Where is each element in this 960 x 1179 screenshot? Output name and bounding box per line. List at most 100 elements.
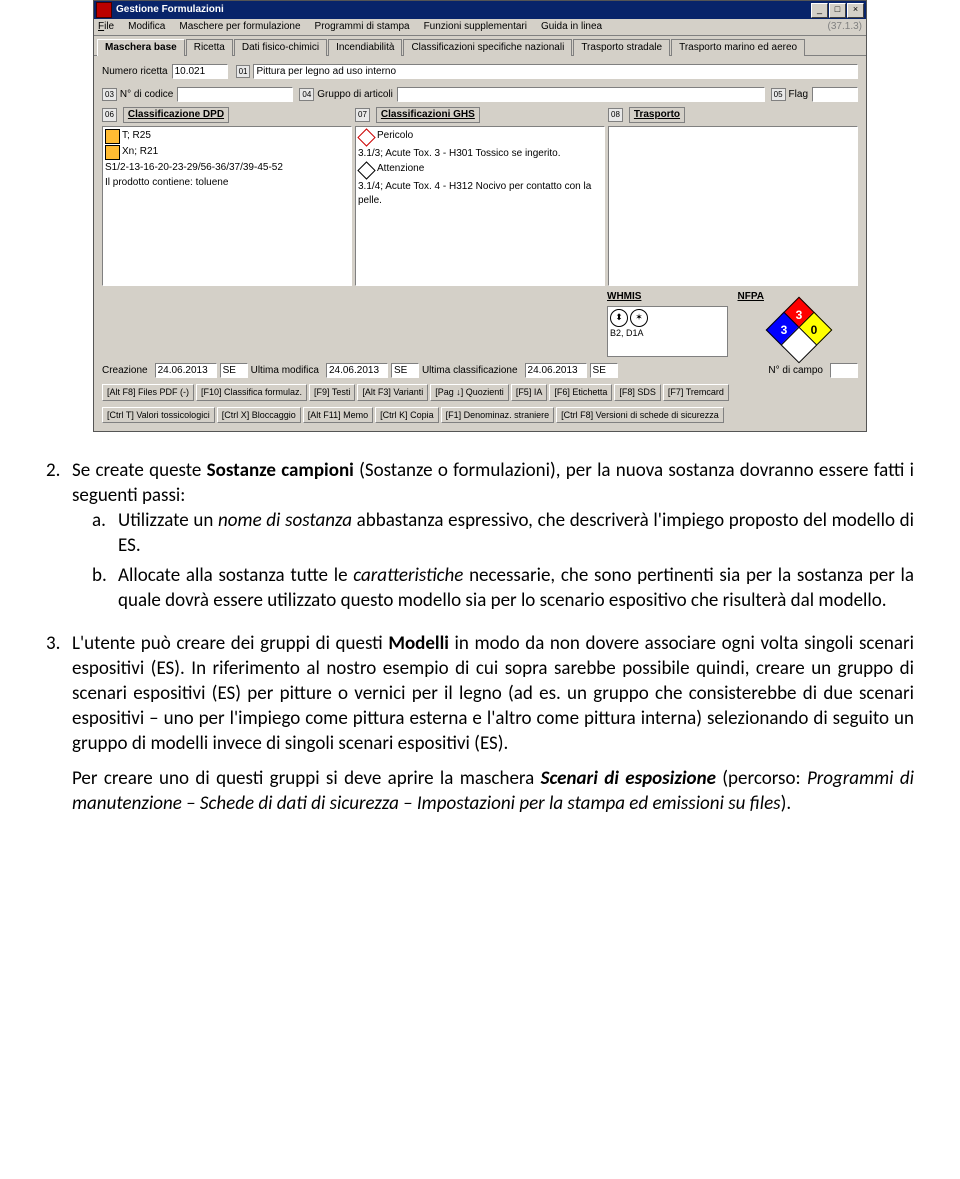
shortcut-row-2: [Ctrl T] Valori tossicologici [Ctrl X] B… bbox=[102, 407, 858, 424]
btn-tremcard[interactable]: [F7] Tremcard bbox=[663, 384, 729, 401]
btn-etichetta[interactable]: [F6] Etichetta bbox=[549, 384, 612, 401]
n-codice-field[interactable] bbox=[177, 87, 293, 102]
section-dpd-header[interactable]: Classificazione DPD bbox=[123, 107, 229, 123]
ghs-line: 3.1/3; Acute Tox. 3 - H301 Tossico se in… bbox=[358, 147, 561, 161]
whmis-box[interactable]: ⬍ ✶ B2, D1A bbox=[607, 306, 728, 357]
flag-field[interactable] bbox=[812, 87, 858, 102]
tag-04: 04 bbox=[299, 88, 314, 101]
dpd-line: Xn; R21 bbox=[122, 145, 158, 159]
whmis-header: WHMIS bbox=[607, 290, 728, 304]
app-window: Gestione Formulazioni _ □ × FFileile Mod… bbox=[93, 0, 867, 432]
tab-trasporto-marino[interactable]: Trasporto marino ed aereo bbox=[671, 39, 805, 56]
menu-guida[interactable]: Guida in linea bbox=[541, 20, 602, 34]
whmis-symbol-icon: ✶ bbox=[630, 309, 648, 327]
menu-programmi[interactable]: Programmi di stampa bbox=[315, 20, 410, 34]
tag-07: 07 bbox=[355, 108, 370, 121]
tag-06: 06 bbox=[102, 108, 117, 121]
close-button[interactable]: × bbox=[847, 3, 864, 18]
tag-05: 05 bbox=[771, 88, 786, 101]
tab-dati-fisico-chimici[interactable]: Dati fisico-chimici bbox=[234, 39, 327, 56]
hazard-icon bbox=[105, 145, 120, 160]
menu-modifica[interactable]: Modifica bbox=[128, 20, 165, 34]
list-number: 3. bbox=[46, 631, 72, 756]
dpd-line: T; R25 bbox=[122, 129, 151, 143]
ultima-modifica-label: Ultima modifica bbox=[251, 364, 319, 378]
n-codice-label: N° di codice bbox=[120, 88, 173, 102]
btn-valori-tossicologici[interactable]: [Ctrl T] Valori tossicologici bbox=[102, 407, 215, 424]
ultima-classificazione-field[interactable]: 24.06.2013 bbox=[525, 363, 587, 378]
shortcut-row-1: [Alt F8] Files PDF (-) [F10] Classifica … bbox=[102, 384, 858, 401]
list-letter: a. bbox=[92, 508, 118, 558]
btn-ia[interactable]: [F5] IA bbox=[511, 384, 548, 401]
tab-incendiabilita[interactable]: Incendiabilità bbox=[328, 39, 402, 56]
btn-files-pdf[interactable]: [Alt F8] Files PDF (-) bbox=[102, 384, 194, 401]
body-text: L'utente può creare dei gruppi di questi… bbox=[72, 631, 914, 756]
dpd-line: Il prodotto contiene: toluene bbox=[105, 176, 228, 190]
ghs-icon bbox=[357, 128, 375, 146]
creazione-label: Creazione bbox=[102, 364, 148, 378]
ultima-modifica-se[interactable]: SE bbox=[391, 363, 419, 378]
menu-file[interactable]: FFileile bbox=[98, 20, 114, 34]
panel-ghs[interactable]: Pericolo 3.1/3; Acute Tox. 3 - H301 Toss… bbox=[355, 126, 605, 286]
whmis-value: B2, D1A bbox=[610, 327, 725, 340]
btn-memo[interactable]: [Alt F11] Memo bbox=[303, 407, 373, 424]
section-trasporto-header[interactable]: Trasporto bbox=[629, 107, 685, 123]
ultima-classificazione-se[interactable]: SE bbox=[590, 363, 618, 378]
creazione-field[interactable]: 24.06.2013 bbox=[155, 363, 217, 378]
body-text: Per creare uno di questi gruppi si deve … bbox=[72, 766, 914, 816]
btn-varianti[interactable]: [Alt F3] Varianti bbox=[357, 384, 428, 401]
tag-01: 01 bbox=[236, 65, 251, 78]
panel-dpd[interactable]: T; R25 Xn; R21 S1/2-13-16-20-23-29/56-36… bbox=[102, 126, 352, 286]
panel-trasporto[interactable] bbox=[608, 126, 858, 286]
btn-bloccaggio[interactable]: [Ctrl X] Bloccaggio bbox=[217, 407, 301, 424]
maximize-button[interactable]: □ bbox=[829, 3, 846, 18]
version-label: (37.1.3) bbox=[828, 20, 862, 34]
document-body: 2. Se create queste Sostanze campioni (S… bbox=[0, 450, 960, 846]
tab-classificazioni-nazionali[interactable]: Classificazioni specifiche nazionali bbox=[403, 39, 572, 56]
whmis-symbol-icon: ⬍ bbox=[610, 309, 628, 327]
btn-denominaz-straniere[interactable]: [F1] Denominaz. straniere bbox=[441, 407, 555, 424]
tab-ricetta[interactable]: Ricetta bbox=[186, 39, 233, 56]
body-text: Allocate alla sostanza tutte le caratter… bbox=[118, 563, 914, 613]
numero-ricetta-field[interactable]: 10.021 bbox=[172, 64, 228, 79]
title-bar: Gestione Formulazioni _ □ × bbox=[94, 1, 866, 19]
dpd-line: S1/2-13-16-20-23-29/56-36/37/39-45-52 bbox=[105, 161, 283, 175]
list-number: 2. bbox=[46, 458, 72, 508]
section-ghs-header[interactable]: Classificazioni GHS bbox=[376, 107, 480, 123]
numero-ricetta-label: Numero ricetta bbox=[102, 65, 168, 79]
app-icon bbox=[96, 2, 112, 18]
tag-08: 08 bbox=[608, 108, 623, 121]
menu-maschere[interactable]: Maschere per formulazione bbox=[179, 20, 300, 34]
ultima-modifica-field[interactable]: 24.06.2013 bbox=[326, 363, 388, 378]
btn-classifica-formulaz[interactable]: [F10] Classifica formulaz. bbox=[196, 384, 307, 401]
btn-testi[interactable]: [F9] Testi bbox=[309, 384, 355, 401]
ghs-line: 3.1/4; Acute Tox. 4 - H312 Nocivo per co… bbox=[358, 180, 602, 208]
flag-label: Flag bbox=[789, 88, 808, 102]
list-letter: b. bbox=[92, 563, 118, 613]
btn-sds[interactable]: [F8] SDS bbox=[614, 384, 661, 401]
ghs-exclamation-icon bbox=[357, 161, 375, 179]
tab-trasporto-stradale[interactable]: Trasporto stradale bbox=[573, 39, 670, 56]
tab-bar: Maschera base Ricetta Dati fisico-chimic… bbox=[94, 36, 866, 56]
nfpa-diamond[interactable]: 3 3 0 bbox=[738, 306, 859, 356]
body-text: Se create queste Sostanze campioni (Sost… bbox=[72, 458, 914, 508]
hazard-icon bbox=[105, 129, 120, 144]
gruppo-field[interactable] bbox=[397, 87, 765, 102]
gruppo-label: Gruppo di articoli bbox=[317, 88, 393, 102]
minimize-button[interactable]: _ bbox=[811, 3, 828, 18]
ultima-classificazione-label: Ultima classificazione bbox=[422, 364, 518, 378]
btn-copia[interactable]: [Ctrl K] Copia bbox=[375, 407, 439, 424]
main-form: Numero ricetta 10.021 01 Pittura per leg… bbox=[94, 56, 866, 431]
creazione-se[interactable]: SE bbox=[220, 363, 248, 378]
window-title: Gestione Formulazioni bbox=[116, 3, 811, 17]
ghs-line: Pericolo bbox=[377, 129, 413, 143]
btn-versioni-schede[interactable]: [Ctrl F8] Versioni di schede di sicurezz… bbox=[556, 407, 724, 424]
descrizione-field[interactable]: Pittura per legno ad uso interno bbox=[253, 64, 858, 79]
tag-03: 03 bbox=[102, 88, 117, 101]
menu-funzioni[interactable]: Funzioni supplementari bbox=[424, 20, 527, 34]
btn-quozienti[interactable]: [Pag ↓] Quozienti bbox=[430, 384, 509, 401]
ghs-line: Attenzione bbox=[377, 162, 424, 176]
n-campo-field[interactable] bbox=[830, 363, 858, 378]
menu-bar: FFileile Modifica Maschere per formulazi… bbox=[94, 19, 866, 36]
tab-maschera-base[interactable]: Maschera base bbox=[97, 39, 185, 56]
